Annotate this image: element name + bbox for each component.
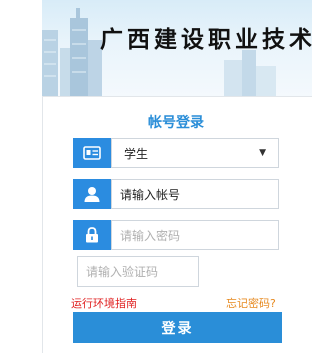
user-icon bbox=[73, 179, 111, 209]
id-card-icon bbox=[73, 138, 111, 168]
account-input[interactable]: 请输入帐号 bbox=[111, 179, 279, 209]
forgot-password-link[interactable]: 忘记密码? bbox=[226, 295, 276, 311]
login-title: 帐号登录 bbox=[148, 115, 204, 131]
lock-icon bbox=[73, 220, 111, 250]
header-banner: 广西建设职业技术 bbox=[42, 0, 312, 96]
user-type-value: 学生 bbox=[124, 146, 149, 161]
captcha-placeholder: 请输入验证码 bbox=[86, 265, 159, 279]
login-button[interactable]: 登录 bbox=[73, 312, 282, 343]
captcha-input[interactable]: 请输入验证码 bbox=[77, 256, 199, 287]
environment-guide-link[interactable]: 运行环境指南 bbox=[71, 295, 137, 311]
password-placeholder: 请输入密码 bbox=[120, 228, 181, 243]
user-type-select[interactable]: 学生 ▼ bbox=[111, 138, 279, 168]
chevron-down-icon: ▼ bbox=[259, 148, 266, 158]
account-placeholder: 请输入帐号 bbox=[120, 187, 181, 202]
school-name: 广西建设职业技术 bbox=[100, 26, 312, 53]
password-input[interactable]: 请输入密码 bbox=[111, 220, 279, 250]
